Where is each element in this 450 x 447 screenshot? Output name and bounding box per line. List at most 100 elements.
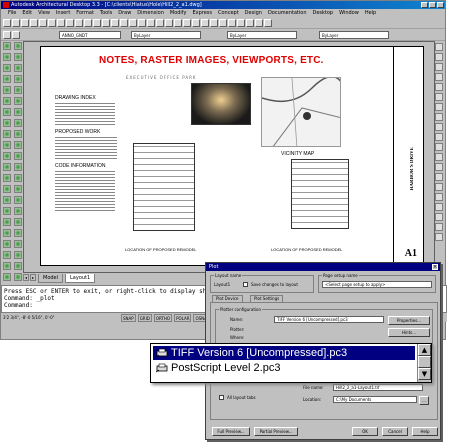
toolbar-button-icon[interactable]: [21, 19, 29, 27]
menu-item-design[interactable]: Design: [242, 9, 265, 17]
design-tool-icon[interactable]: [3, 163, 11, 171]
toolbar-button-icon[interactable]: [111, 19, 119, 27]
menu-item-insert[interactable]: Insert: [53, 9, 73, 17]
toolbar-button-icon[interactable]: [201, 19, 209, 27]
toolbar-button-icon[interactable]: [30, 19, 38, 27]
toolbar-button-icon[interactable]: [75, 19, 83, 27]
design-tool-icon[interactable]: [14, 262, 22, 270]
design-tool-icon[interactable]: [14, 130, 22, 138]
menu-item-help[interactable]: Help: [362, 9, 379, 17]
modify-tool-icon[interactable]: [435, 223, 443, 231]
design-tool-icon[interactable]: [3, 42, 11, 50]
design-tool-icon[interactable]: [14, 207, 22, 215]
ok-button[interactable]: OK: [352, 427, 378, 436]
toolbar-button-icon[interactable]: [93, 19, 101, 27]
modify-tool-icon[interactable]: [435, 73, 443, 81]
menu-item-file[interactable]: File: [5, 9, 19, 17]
design-tool-icon[interactable]: [3, 207, 11, 215]
design-tool-icon[interactable]: [14, 97, 22, 105]
scroll-thumb[interactable]: [418, 356, 431, 368]
design-tool-icon[interactable]: [3, 53, 11, 61]
tab-model[interactable]: Model: [38, 274, 64, 283]
design-tool-icon[interactable]: [14, 229, 22, 237]
design-tool-icon[interactable]: [3, 218, 11, 226]
design-tool-icon[interactable]: [3, 108, 11, 116]
menu-item-modify[interactable]: Modify: [167, 9, 190, 17]
modify-tool-icon[interactable]: [435, 123, 443, 131]
design-tool-icon[interactable]: [14, 119, 22, 127]
plotter-option-postscript[interactable]: PostScript Level 2.pc3: [153, 361, 415, 375]
toolbar-button-icon[interactable]: [156, 19, 164, 27]
menu-item-tools[interactable]: Tools: [97, 9, 115, 17]
design-tool-icon[interactable]: [3, 251, 11, 259]
modify-tool-icon[interactable]: [435, 143, 443, 151]
dropdown-scrollbar[interactable]: ▲ ▼: [417, 344, 431, 382]
modify-tool-icon[interactable]: [435, 83, 443, 91]
toolbar-button-icon[interactable]: [12, 19, 20, 27]
toolbar-button-icon[interactable]: [183, 19, 191, 27]
layers-icon[interactable]: [3, 31, 11, 39]
design-tool-icon[interactable]: [14, 64, 22, 72]
design-tool-icon[interactable]: [3, 64, 11, 72]
menu-item-window[interactable]: Window: [336, 9, 362, 17]
toolbar-button-icon[interactable]: [120, 19, 128, 27]
menu-item-format[interactable]: Format: [73, 9, 97, 17]
toolbar-button-icon[interactable]: [210, 19, 218, 27]
menu-item-draw[interactable]: Draw: [115, 9, 134, 17]
design-tool-icon[interactable]: [3, 229, 11, 237]
design-tool-icon[interactable]: [14, 218, 22, 226]
properties-button[interactable]: Properties...: [388, 316, 430, 325]
toolbar-button-icon[interactable]: [3, 19, 11, 27]
menu-item-express[interactable]: Express: [189, 9, 215, 17]
design-tool-icon[interactable]: [3, 273, 11, 281]
toolbar-button-icon[interactable]: [48, 19, 56, 27]
tab-layout1[interactable]: Layout1: [65, 274, 96, 283]
design-tool-icon[interactable]: [14, 108, 22, 116]
drawing-canvas[interactable]: NOTES, RASTER IMAGES, VIEWPORTS, ETC. EX…: [23, 41, 435, 273]
tab-last-arrow-icon[interactable]: ▸: [30, 274, 36, 281]
layer-combo[interactable]: ANNO_GNDT: [59, 31, 121, 39]
design-tool-icon[interactable]: [14, 240, 22, 248]
tab-plot-device[interactable]: Plot Device: [212, 295, 243, 302]
design-tool-icon[interactable]: [14, 141, 22, 149]
toolbar-button-icon[interactable]: [57, 19, 65, 27]
design-tool-icon[interactable]: [14, 75, 22, 83]
design-tool-icon[interactable]: [14, 53, 22, 61]
design-tool-icon[interactable]: [3, 152, 11, 160]
page-setup-combo[interactable]: <Select page setup to apply>: [322, 281, 432, 288]
design-tool-icon[interactable]: [3, 130, 11, 138]
design-tool-icon[interactable]: [3, 86, 11, 94]
modify-tool-icon[interactable]: [435, 63, 443, 71]
design-tool-icon[interactable]: [14, 163, 22, 171]
menu-item-documentation[interactable]: Documentation: [265, 9, 310, 17]
full-preview-button[interactable]: Full Preview...: [212, 427, 250, 436]
toolbar-button-icon[interactable]: [102, 19, 110, 27]
modify-tool-icon[interactable]: [435, 183, 443, 191]
toolbar-button-icon[interactable]: [237, 19, 245, 27]
design-tool-icon[interactable]: [3, 97, 11, 105]
modify-tool-icon[interactable]: [435, 193, 443, 201]
plotter-dropdown-list[interactable]: TIFF Version 6 [Uncompressed].pc3 PostSc…: [150, 343, 432, 383]
layer-state-icon[interactable]: [12, 31, 20, 39]
menu-item-concept[interactable]: Concept: [215, 9, 242, 17]
modify-tool-icon[interactable]: [435, 43, 443, 51]
design-tool-icon[interactable]: [14, 273, 22, 281]
toolbar-button-icon[interactable]: [147, 19, 155, 27]
toolbar-button-icon[interactable]: [165, 19, 173, 27]
cancel-button[interactable]: Cancel: [382, 427, 408, 436]
modify-tool-icon[interactable]: [435, 113, 443, 121]
scroll-up-arrow-icon[interactable]: ▲: [418, 344, 431, 356]
design-tool-icon[interactable]: [3, 262, 11, 270]
modify-tool-icon[interactable]: [435, 153, 443, 161]
menu-item-desktop[interactable]: Desktop: [309, 9, 336, 17]
hints-button[interactable]: Hints...: [388, 328, 430, 337]
browse-location-button[interactable]: …: [419, 396, 429, 405]
toolbar-button-icon[interactable]: [84, 19, 92, 27]
tab-first-arrow-icon[interactable]: ◂: [23, 274, 29, 281]
toolbar-button-icon[interactable]: [174, 19, 182, 27]
mode-button-snap[interactable]: SNAP: [121, 314, 136, 322]
linetype-combo[interactable]: ByLayer: [227, 31, 297, 39]
toolbar-button-icon[interactable]: [66, 19, 74, 27]
design-tool-icon[interactable]: [14, 196, 22, 204]
maximize-button[interactable]: [429, 2, 436, 8]
